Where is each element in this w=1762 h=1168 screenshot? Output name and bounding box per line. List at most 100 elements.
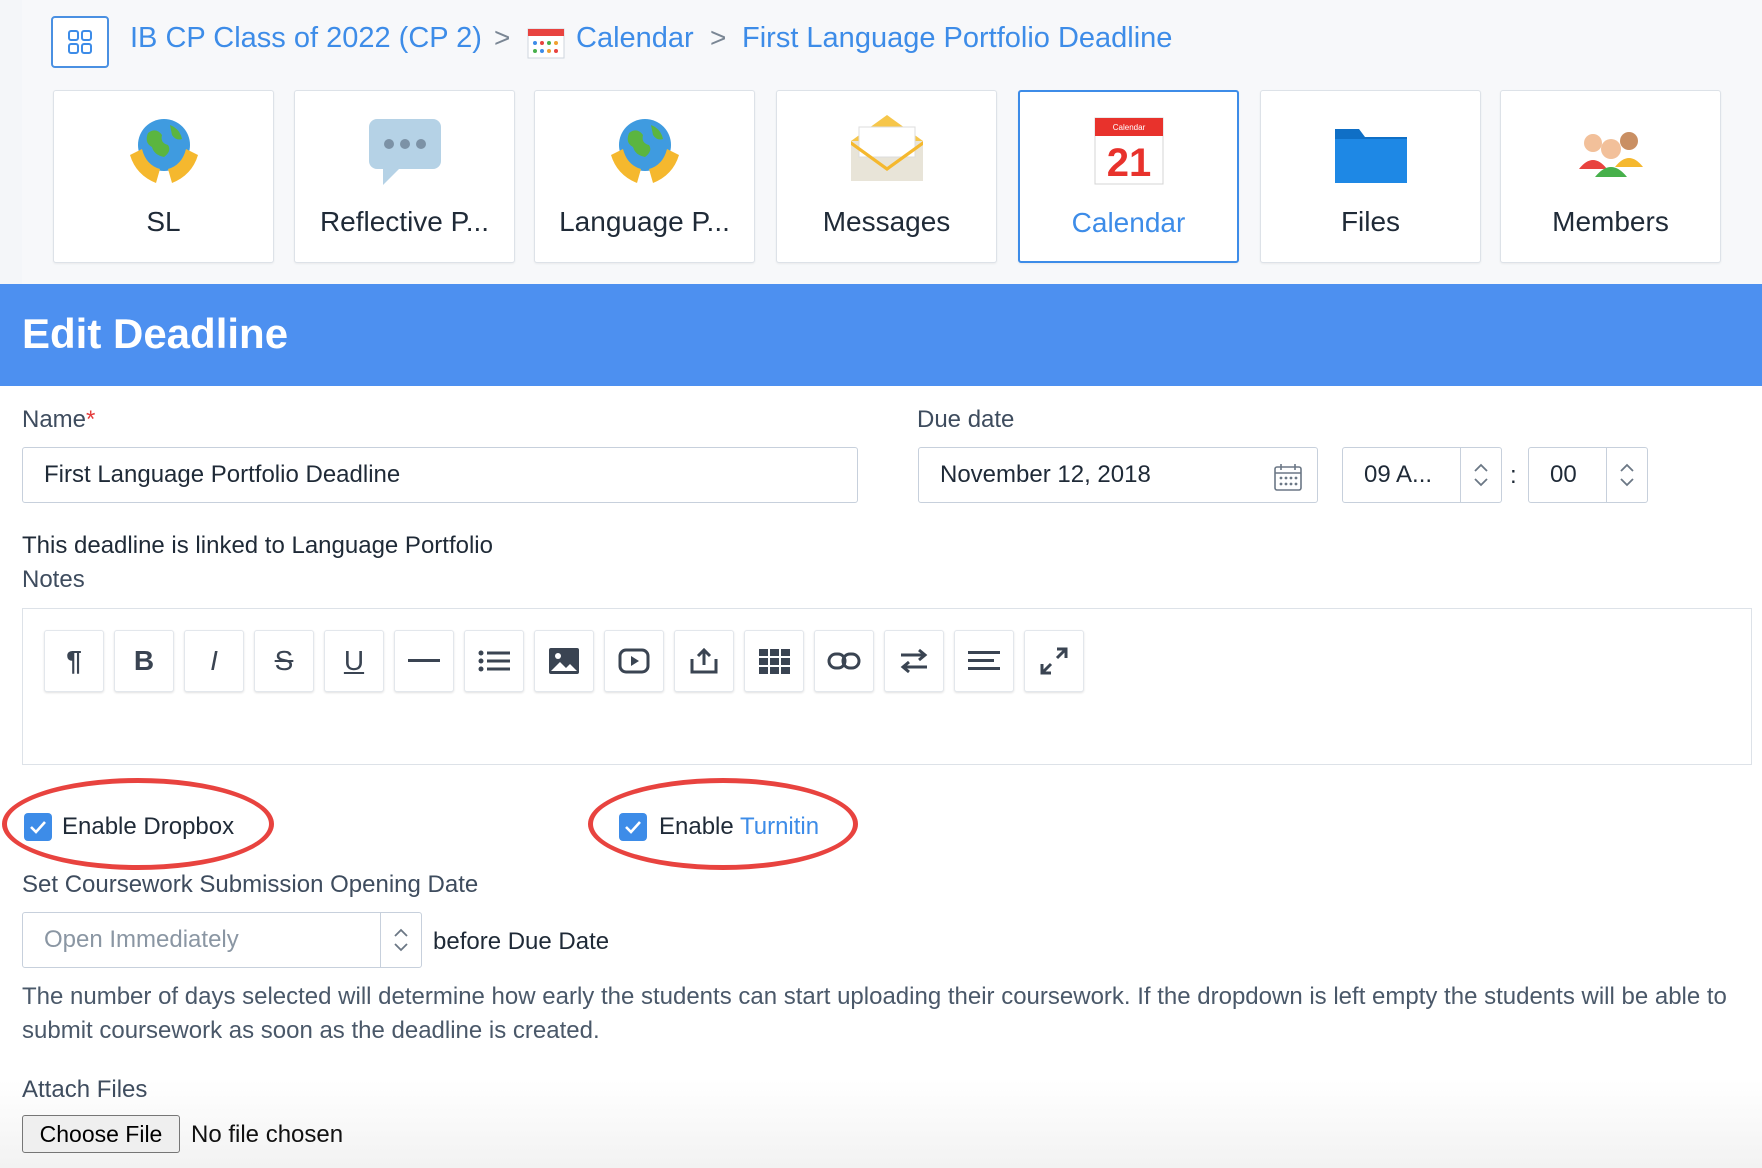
envelope-icon <box>850 115 923 181</box>
breadcrumb-current[interactable]: First Language Portfolio Deadline <box>742 22 1172 55</box>
video-button[interactable] <box>604 630 664 692</box>
name-label: Name* <box>22 406 95 434</box>
calendar-small-icon <box>527 28 565 59</box>
breadcrumb-separator: > <box>710 22 727 53</box>
name-label-text: Name <box>22 406 87 433</box>
grid-icon <box>68 30 92 54</box>
spinner-arrows-icon <box>1474 463 1488 487</box>
opening-date-select[interactable]: Open Immediately <box>22 912 422 968</box>
apps-grid-button[interactable] <box>51 16 109 68</box>
choose-file-button[interactable]: Choose File <box>22 1115 180 1153</box>
globe-hands-icon <box>129 119 198 183</box>
spinner-arrows-icon <box>394 928 408 952</box>
upload-button[interactable] <box>674 630 734 692</box>
no-file-text: No file chosen <box>191 1121 344 1148</box>
due-date-label: Due date <box>917 406 1015 433</box>
link-icon <box>827 652 861 670</box>
table-button[interactable] <box>744 630 804 692</box>
list-button[interactable] <box>464 630 524 692</box>
hour-select[interactable]: 09 A... <box>1342 447 1502 503</box>
paragraph-icon: ¶ <box>66 645 82 676</box>
required-mark: * <box>86 406 96 433</box>
page-title: Edit Deadline <box>22 310 289 357</box>
checkmark-icon <box>625 821 641 834</box>
calendar-picker-icon[interactable] <box>1273 462 1303 492</box>
people-icon <box>1578 132 1643 177</box>
opening-date-label: Set Coursework Submission Opening Date <box>22 871 479 898</box>
globe-hands-icon <box>610 119 679 183</box>
opening-date-suffix: before Due Date <box>433 928 610 955</box>
turnitin-link[interactable]: Turnitin <box>740 813 819 840</box>
direction-button[interactable] <box>884 630 944 692</box>
bold-button[interactable]: B <box>114 630 174 692</box>
tile-reflective[interactable]: Reflective P... <box>294 90 515 263</box>
minute-select[interactable]: 00 <box>1528 447 1648 503</box>
breadcrumb-separator: > <box>494 22 511 53</box>
upload-icon <box>690 647 718 674</box>
paragraph-button[interactable]: ¶ <box>44 630 104 692</box>
tile-label: Files <box>1340 206 1401 237</box>
tile-sl[interactable]: SL <box>53 90 274 263</box>
fullscreen-button[interactable] <box>1024 630 1084 692</box>
tile-label: Reflective P... <box>319 206 490 237</box>
enable-turnitin-checkbox[interactable] <box>619 813 647 841</box>
tile-calendar[interactable]: Calendar 21 Calendar <box>1018 90 1239 263</box>
image-button[interactable] <box>534 630 594 692</box>
align-icon <box>968 651 1000 670</box>
enable-dropbox-checkbox[interactable] <box>24 813 52 841</box>
turnitin-prefix: Enable <box>659 813 740 840</box>
calendar-day-text: 21 <box>1106 141 1151 185</box>
time-separator: : <box>1510 462 1517 489</box>
spinner-arrows-icon <box>1620 463 1634 487</box>
italic-button[interactable]: I <box>184 630 244 692</box>
strikethrough-icon: S <box>274 645 294 676</box>
tile-label: SL <box>146 206 181 237</box>
video-icon <box>618 648 650 674</box>
swap-arrows-icon <box>900 648 928 674</box>
help-text: The number of days selected will determi… <box>22 983 1727 1044</box>
enable-dropbox-label: Enable Dropbox <box>62 813 235 840</box>
notes-label: Notes <box>22 566 85 593</box>
breadcrumb-calendar-link[interactable]: Calendar <box>576 22 694 55</box>
image-icon <box>549 648 579 674</box>
horizontal-rule-icon <box>408 659 440 662</box>
enable-turnitin-label: Enable Turnitin <box>659 813 819 841</box>
name-input[interactable]: First Language Portfolio Deadline <box>22 447 858 503</box>
folder-icon <box>1334 129 1407 183</box>
calendar-month-text: Calendar <box>1112 123 1145 132</box>
align-button[interactable] <box>954 630 1014 692</box>
italic-icon: I <box>210 645 218 676</box>
attach-files-label: Attach Files <box>22 1076 148 1103</box>
bold-icon: B <box>133 645 155 676</box>
minute-value: 00 <box>1550 461 1577 488</box>
tile-members[interactable]: Members <box>1500 90 1721 263</box>
list-icon <box>478 650 510 672</box>
speech-bubble-icon <box>368 119 441 185</box>
tile-label: Messages <box>822 206 951 237</box>
expand-icon <box>1040 647 1068 675</box>
underline-icon: U <box>343 645 365 676</box>
opening-date-spinner[interactable] <box>380 913 421 967</box>
hour-value: 09 A... <box>1364 461 1433 488</box>
tile-label: Language P... <box>559 206 730 237</box>
tile-label: Members <box>1552 206 1669 237</box>
table-icon <box>759 649 790 674</box>
horizontal-rule-button[interactable] <box>394 630 454 692</box>
checkmark-icon <box>30 821 46 834</box>
hour-spinner[interactable] <box>1460 448 1501 502</box>
due-date-value: November 12, 2018 <box>940 461 1151 488</box>
underline-button[interactable]: U <box>324 630 384 692</box>
tile-files[interactable]: Files <box>1260 90 1481 263</box>
due-date-input[interactable]: November 12, 2018 <box>918 447 1318 503</box>
breadcrumb-class-link[interactable]: IB CP Class of 2022 (CP 2) <box>130 22 482 55</box>
linked-text: This deadline is linked to Language Port… <box>22 532 493 559</box>
tile-language[interactable]: Language P... <box>534 90 755 263</box>
minute-spinner[interactable] <box>1606 448 1647 502</box>
name-input-value: First Language Portfolio Deadline <box>44 461 401 488</box>
opening-date-value: Open Immediately <box>44 926 239 953</box>
tile-messages[interactable]: Messages <box>776 90 997 263</box>
calendar-icon: Calendar 21 <box>1094 117 1163 185</box>
link-button[interactable] <box>814 630 874 692</box>
tile-label: Calendar <box>1071 207 1186 238</box>
strikethrough-button[interactable]: S <box>254 630 314 692</box>
